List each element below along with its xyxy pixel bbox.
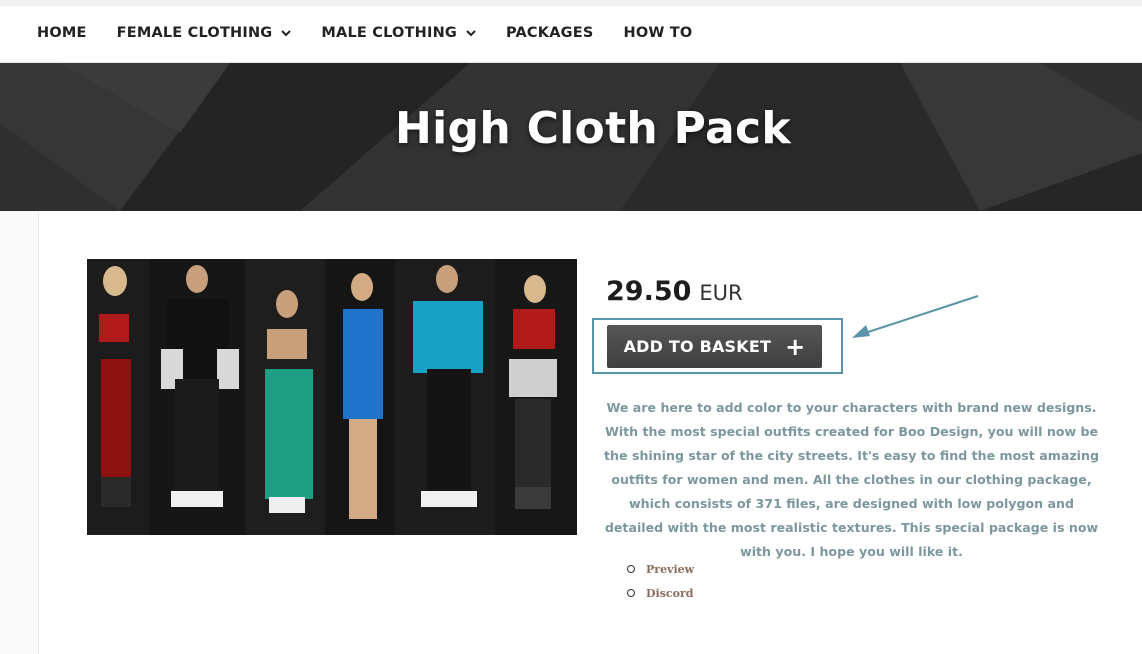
- nav-item-how-to[interactable]: HOW TO: [608, 25, 707, 41]
- nav-item-home[interactable]: HOME: [22, 25, 102, 41]
- add-to-basket-label: ADD TO BASKET: [623, 337, 772, 356]
- chevron-down-icon: [281, 28, 292, 38]
- product-links-list: Preview Discord: [627, 557, 694, 605]
- product-price: 29.50 EUR: [606, 276, 743, 307]
- price-currency: EUR: [699, 281, 743, 305]
- plus-icon: +: [785, 332, 806, 361]
- chevron-down-icon: [466, 28, 476, 38]
- link-discord[interactable]: Discord: [627, 581, 694, 605]
- nav-item-male-clothing[interactable]: MALE CLOTHING: [306, 25, 491, 41]
- link-label: Discord: [646, 586, 694, 600]
- link-label: Preview: [646, 562, 695, 576]
- nav-item-label: MALE CLOTHING: [321, 25, 458, 41]
- product-image: [87, 259, 577, 535]
- nav-item-label: HOME: [37, 25, 87, 41]
- nav-item-female-clothing[interactable]: FEMALE CLOTHING: [102, 25, 307, 41]
- nav-item-label: PACKAGES: [506, 25, 594, 41]
- page-title: High Cloth Pack: [395, 103, 791, 154]
- product-models-illustration: [87, 259, 577, 535]
- link-preview[interactable]: Preview: [627, 557, 694, 581]
- circle-bullet-icon: [627, 589, 635, 597]
- top-navigation-bar: HOME FEMALE CLOTHING MALE CLOTHING PACKA…: [0, 0, 1142, 63]
- main-nav: HOME FEMALE CLOTHING MALE CLOTHING PACKA…: [22, 18, 707, 48]
- price-amount: 29.50: [606, 276, 692, 307]
- product-description: We are here to add color to your charact…: [604, 400, 1099, 559]
- circle-bullet-icon: [627, 565, 635, 573]
- nav-item-label: FEMALE CLOTHING: [116, 25, 273, 41]
- nav-item-packages[interactable]: PACKAGES: [491, 25, 608, 41]
- add-to-basket-button[interactable]: ADD TO BASKET +: [607, 325, 822, 368]
- annotation-arrow-icon: [852, 295, 979, 338]
- left-sidebar-rail: [0, 211, 39, 654]
- page-hero-banner: High Cloth Pack: [0, 63, 1142, 211]
- nav-item-label: HOW TO: [623, 25, 693, 41]
